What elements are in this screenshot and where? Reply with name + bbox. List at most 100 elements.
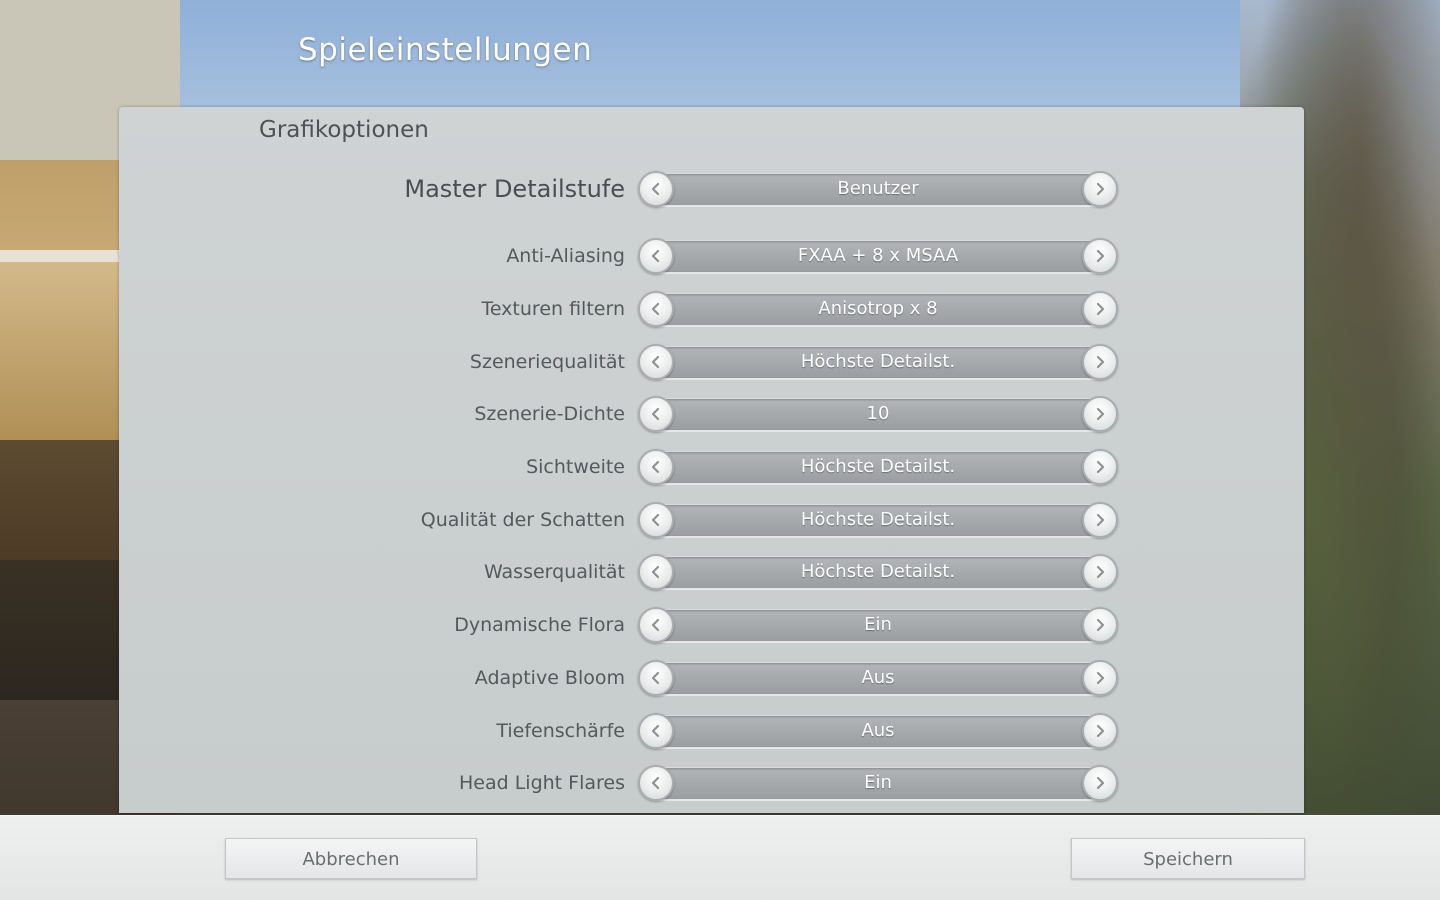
chevron-right-icon <box>1096 618 1105 632</box>
chevron-left-icon <box>651 407 660 421</box>
setting-value: Aus <box>861 720 895 741</box>
chevron-left-icon <box>651 460 660 474</box>
setting-value: Höchste Detailst. <box>800 509 956 530</box>
chevron-right-icon <box>1096 460 1105 474</box>
next-option-button[interactable] <box>1082 660 1118 696</box>
setting-row-master-detail: Master Detailstufe Benutzer <box>119 170 1304 208</box>
setting-selector: FXAA + 8 x MSAA <box>638 237 1118 275</box>
chevron-right-icon <box>1096 407 1105 421</box>
setting-row-shadow-quality: Qualität der Schatten Höchste Detailst. <box>119 501 1304 539</box>
graphics-options-panel: Grafikoptionen Master Detailstufe Benutz… <box>119 107 1304 813</box>
setting-label: Sichtweite <box>526 456 625 478</box>
setting-label: Wasserqualität <box>483 561 625 583</box>
chevron-right-icon <box>1096 565 1105 579</box>
setting-selector: Benutzer <box>638 170 1118 208</box>
setting-row-anti-aliasing: Anti-Aliasing FXAA + 8 x MSAA <box>119 237 1304 275</box>
setting-selector: Aus <box>638 712 1118 750</box>
setting-value: 10 <box>866 403 890 424</box>
cancel-button[interactable]: Abbrechen <box>225 838 477 879</box>
chevron-right-icon <box>1096 671 1105 685</box>
setting-label: Head Light Flares <box>458 772 625 794</box>
setting-value: Benutzer <box>837 178 919 199</box>
chevron-left-icon <box>651 513 660 527</box>
save-button[interactable]: Speichern <box>1071 838 1305 879</box>
previous-option-button[interactable] <box>638 713 674 749</box>
chevron-right-icon <box>1096 302 1105 316</box>
setting-selector: Ein <box>638 764 1118 802</box>
setting-row-scenery-quality: Szeneriequalität Höchste Detailst. <box>119 343 1304 381</box>
setting-row-texture-filtering: Texturen filtern Anisotrop x 8 <box>119 290 1304 328</box>
setting-value: Höchste Detailst. <box>800 351 956 372</box>
setting-label: Texturen filtern <box>481 298 625 320</box>
chevron-left-icon <box>651 671 660 685</box>
next-option-button[interactable] <box>1082 396 1118 432</box>
setting-row-adaptive-bloom: Adaptive Bloom Aus <box>119 659 1304 697</box>
setting-row-depth-of-field: Tiefenschärfe Aus <box>119 712 1304 750</box>
setting-label: Szeneriequalität <box>469 351 625 373</box>
chevron-left-icon <box>651 182 660 196</box>
chevron-left-icon <box>651 249 660 263</box>
previous-option-button[interactable] <box>638 607 674 643</box>
next-option-button[interactable] <box>1082 449 1118 485</box>
setting-value: Höchste Detailst. <box>800 456 956 477</box>
chevron-right-icon <box>1096 776 1105 790</box>
page-title: Spieleinstellungen <box>298 32 593 68</box>
setting-value: Aus <box>861 667 895 688</box>
previous-option-button[interactable] <box>638 660 674 696</box>
setting-label: Szenerie-Dichte <box>474 403 625 425</box>
chevron-left-icon <box>651 302 660 316</box>
previous-option-button[interactable] <box>638 449 674 485</box>
chevron-right-icon <box>1096 182 1105 196</box>
section-title: Grafikoptionen <box>259 117 429 143</box>
setting-value: FXAA + 8 x MSAA <box>797 245 959 266</box>
setting-selector: 10 <box>638 395 1118 433</box>
setting-row-head-light-flares: Head Light Flares Ein <box>119 764 1304 802</box>
previous-option-button[interactable] <box>638 171 674 207</box>
setting-label: Dynamische Flora <box>454 614 625 636</box>
next-option-button[interactable] <box>1082 344 1118 380</box>
chevron-left-icon <box>651 565 660 579</box>
chevron-left-icon <box>651 618 660 632</box>
previous-option-button[interactable] <box>638 765 674 801</box>
setting-selector: Höchste Detailst. <box>638 448 1118 486</box>
setting-selector: Aus <box>638 659 1118 697</box>
chevron-left-icon <box>651 724 660 738</box>
setting-label: Master Detailstufe <box>404 175 625 203</box>
setting-selector: Höchste Detailst. <box>638 501 1118 539</box>
previous-option-button[interactable] <box>638 396 674 432</box>
setting-value: Ein <box>864 772 892 793</box>
previous-option-button[interactable] <box>638 238 674 274</box>
setting-selector: Anisotrop x 8 <box>638 290 1118 328</box>
setting-selector: Höchste Detailst. <box>638 553 1118 591</box>
next-option-button[interactable] <box>1082 713 1118 749</box>
chevron-right-icon <box>1096 513 1105 527</box>
game-settings-screen: Spieleinstellungen Grafikoptionen Master… <box>0 0 1440 900</box>
previous-option-button[interactable] <box>638 502 674 538</box>
chevron-right-icon <box>1096 355 1105 369</box>
setting-label: Anti-Aliasing <box>506 245 625 267</box>
setting-value: Ein <box>864 614 892 635</box>
chevron-left-icon <box>651 776 660 790</box>
setting-row-view-distance: Sichtweite Höchste Detailst. <box>119 448 1304 486</box>
setting-row-water-quality: Wasserqualität Höchste Detailst. <box>119 553 1304 591</box>
setting-row-scenery-density: Szenerie-Dichte 10 <box>119 395 1304 433</box>
next-option-button[interactable] <box>1082 554 1118 590</box>
previous-option-button[interactable] <box>638 291 674 327</box>
next-option-button[interactable] <box>1082 291 1118 327</box>
next-option-button[interactable] <box>1082 238 1118 274</box>
chevron-right-icon <box>1096 724 1105 738</box>
setting-selector: Höchste Detailst. <box>638 343 1118 381</box>
next-option-button[interactable] <box>1082 502 1118 538</box>
setting-label: Adaptive Bloom <box>474 667 625 689</box>
previous-option-button[interactable] <box>638 554 674 590</box>
setting-value: Höchste Detailst. <box>800 561 956 582</box>
setting-row-dynamic-flora: Dynamische Flora Ein <box>119 606 1304 644</box>
next-option-button[interactable] <box>1082 765 1118 801</box>
chevron-right-icon <box>1096 249 1105 263</box>
previous-option-button[interactable] <box>638 344 674 380</box>
next-option-button[interactable] <box>1082 607 1118 643</box>
next-option-button[interactable] <box>1082 171 1118 207</box>
chevron-left-icon <box>651 355 660 369</box>
setting-value: Anisotrop x 8 <box>818 298 938 319</box>
bottom-action-bar: Abbrechen Speichern <box>0 815 1440 900</box>
